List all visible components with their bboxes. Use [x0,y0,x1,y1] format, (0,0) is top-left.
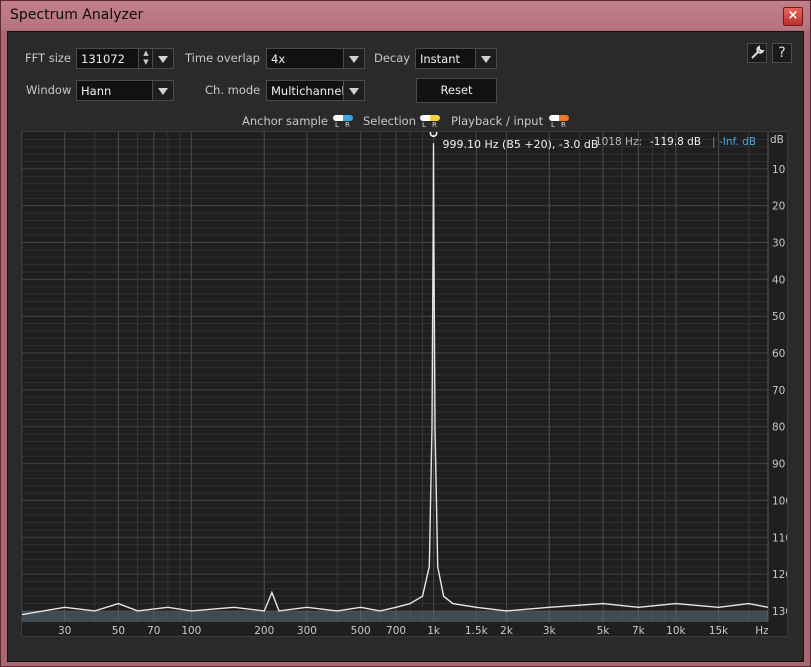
x-tick-label: 700 [386,625,406,636]
spectrum-analyzer-window: Spectrum Analyzer × FFT size 131072 ▲ ▼ T… [0,0,811,667]
x-tick-label: 1.5k [465,625,489,636]
spectrum-plot[interactable]: dB 10 20 30 40 50 60 70 80 90 100 110 120 130 30 50 70 1… [21,129,792,637]
selection-r-label: R [432,121,437,129]
selection-legend: Selection [363,114,416,128]
y-tick-label: 40 [772,274,785,286]
x-tick-label: 1k [427,625,441,636]
x-tick-label: 200 [254,625,274,636]
wrench-icon [751,45,765,59]
readout-left-db: -119.8 dB [650,136,701,148]
y-tick-label: 50 [772,311,785,323]
noise-floor-band [22,610,768,622]
x-tick-label: 2k [500,625,514,636]
x-tick-label: 70 [147,625,160,636]
reset-button[interactable]: Reset [416,78,497,103]
window-function-value: Hann [81,84,112,98]
spectrum-line [21,143,769,616]
y-tick-label: 110 [772,532,787,544]
x-tick-label: 7k [632,625,646,636]
analyzer-panel: FFT size 131072 ▲ ▼ Time overlap 4x Decay… [7,31,804,662]
time-overlap-label: Time overlap [185,51,260,65]
channel-mode-value: Multichannel [271,84,345,98]
window-title: Spectrum Analyzer [10,7,144,23]
channel-mode-label: Ch. mode [205,83,261,97]
y-tick-label: 30 [772,238,785,250]
decay-select[interactable]: Instant [415,48,497,69]
selection-l-label: L [422,121,426,129]
x-tick-label: 300 [297,625,317,636]
window-function-label: Window [26,83,72,97]
x-tick-label: 100 [181,625,201,636]
y-unit-label: dB [770,134,784,146]
chevron-down-icon[interactable] [343,81,364,100]
y-tick-label: 90 [772,459,785,471]
decay-value: Instant [420,52,461,66]
playback-l-label: L [551,121,555,129]
x-tick-label: 15k [709,625,729,636]
y-axis-ticks: dB 10 20 30 40 50 60 70 80 90 100 110 120 130 [770,134,792,618]
x-tick-label: 50 [112,625,125,636]
y-tick-label: 70 [772,385,785,397]
x-tick-label: 10k [666,625,686,636]
playback-r-label: R [561,121,566,129]
fft-size-label: FFT size [25,51,72,65]
decay-label: Decay [374,51,411,65]
fft-size-spinner[interactable]: ▲ ▼ [138,49,153,68]
x-unit-label: Hz [755,625,769,636]
chevron-down-icon[interactable] [475,49,496,68]
help-button[interactable]: ? [772,43,792,63]
channel-mode-select[interactable]: Multichannel [266,80,365,101]
y-tick-label: 60 [772,348,785,360]
peak-label: 999.10 Hz (B5 +20), -3.0 dB [443,138,599,151]
window-function-select[interactable]: Hann [76,80,174,101]
y-tick-label: 100 [772,495,787,507]
y-tick-label: 20 [772,201,785,213]
readout-right-db: -Inf. dB [719,136,756,148]
chevron-down-icon[interactable] [152,81,173,100]
x-tick-label: 3k [543,625,557,636]
cursor-readout: 1018 Hz: -119.8 dB | -Inf. dB [595,136,756,148]
readout-frequency: 1018 Hz: [595,136,642,148]
title-bar[interactable]: Spectrum Analyzer × [1,1,810,31]
time-overlap-select[interactable]: 4x [266,48,365,69]
grid-lines [21,132,769,622]
time-overlap-value: 4x [271,52,286,66]
playback-input-legend: Playback / input [451,114,544,128]
close-button[interactable]: × [783,7,803,26]
chevron-down-icon[interactable] [343,49,364,68]
chevron-down-icon[interactable] [152,49,173,68]
x-tick-label: 5k [597,625,611,636]
y-tick-label: 120 [772,569,787,581]
anchor-l-label: L [335,121,339,129]
readout-separator: | [712,136,716,148]
spectrum-chart[interactable]: dB 10 20 30 40 50 60 70 80 90 100 110 120 130 30 50 70 1… [21,129,792,637]
y-tick-label: 80 [772,422,785,434]
fft-size-select[interactable]: 131072 ▲ ▼ [76,48,174,69]
y-tick-label: 130 [772,606,787,618]
fft-size-value: 131072 [81,52,125,66]
y-tick-label: 10 [772,164,785,176]
x-tick-label: 500 [351,625,371,636]
x-axis-ticks: 30 50 70 100 200 300 500 700 1k 1.5k 2k 3k 5k 7k 10k 15… [58,625,769,637]
settings-wrench-button[interactable] [747,43,767,63]
anchor-sample-legend: Anchor sample [242,114,328,128]
anchor-r-label: R [345,121,350,129]
x-tick-label: 30 [58,625,71,636]
